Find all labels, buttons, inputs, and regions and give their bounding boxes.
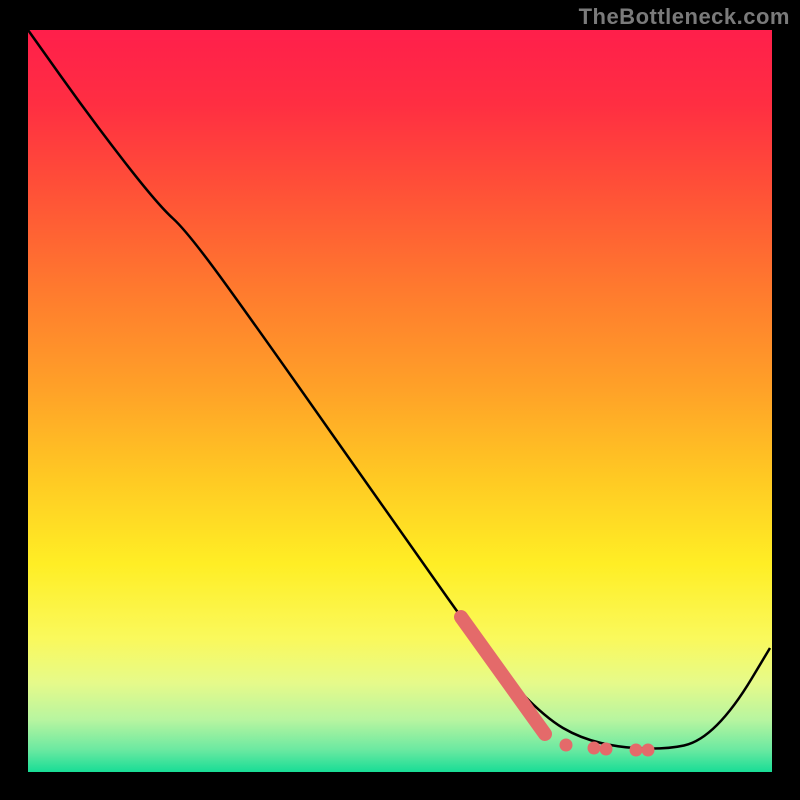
trough-dot xyxy=(642,744,655,757)
chart-wrapper: { "watermark": "TheBottleneck.com", "cha… xyxy=(0,0,800,800)
watermark-text: TheBottleneck.com xyxy=(579,4,790,30)
plot-background xyxy=(28,30,772,772)
trough-dot xyxy=(630,744,643,757)
trough-dot xyxy=(588,742,601,755)
bottleneck-chart xyxy=(0,0,800,800)
trough-dot xyxy=(560,739,573,752)
trough-dot xyxy=(600,743,613,756)
